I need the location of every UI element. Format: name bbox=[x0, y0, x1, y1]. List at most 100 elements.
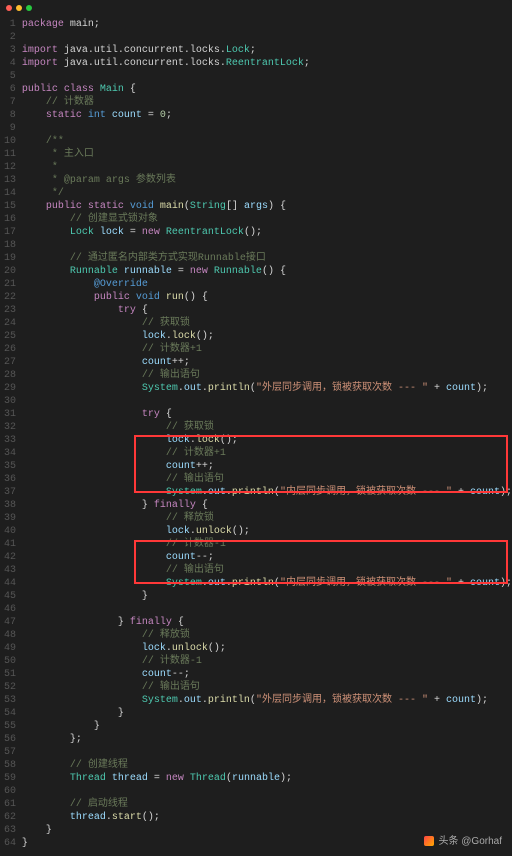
line-number: 48 bbox=[4, 629, 16, 642]
code-line[interactable]: } bbox=[22, 590, 512, 603]
line-number: 51 bbox=[4, 668, 16, 681]
code-line[interactable]: // 创建线程 bbox=[22, 759, 512, 772]
code-line[interactable]: // 计数器 bbox=[22, 96, 512, 109]
code-line[interactable]: count--; bbox=[22, 551, 512, 564]
code-line[interactable]: // 通过匿名内部类方式实现Runnable接口 bbox=[22, 252, 512, 265]
code-line[interactable]: lock.lock(); bbox=[22, 434, 512, 447]
code-line[interactable]: } bbox=[22, 707, 512, 720]
code-line[interactable]: // 释放锁 bbox=[22, 629, 512, 642]
line-number: 23 bbox=[4, 304, 16, 317]
code-line[interactable]: // 创建显式锁对象 bbox=[22, 213, 512, 226]
maximize-icon[interactable] bbox=[26, 5, 32, 11]
code-line[interactable]: * 主入口 bbox=[22, 148, 512, 161]
line-number: 50 bbox=[4, 655, 16, 668]
code-line[interactable]: // 获取锁 bbox=[22, 317, 512, 330]
line-number: 3 bbox=[4, 44, 16, 57]
line-number: 35 bbox=[4, 460, 16, 473]
code-line[interactable]: try { bbox=[22, 304, 512, 317]
line-number: 43 bbox=[4, 564, 16, 577]
code-line[interactable] bbox=[22, 122, 512, 135]
line-number: 61 bbox=[4, 798, 16, 811]
code-line[interactable]: lock.unlock(); bbox=[22, 525, 512, 538]
line-number: 47 bbox=[4, 616, 16, 629]
line-number: 9 bbox=[4, 122, 16, 135]
code-line[interactable]: // 释放锁 bbox=[22, 512, 512, 525]
code-line[interactable]: count++; bbox=[22, 460, 512, 473]
code-line[interactable]: count++; bbox=[22, 356, 512, 369]
code-line[interactable]: // 获取锁 bbox=[22, 421, 512, 434]
line-number: 59 bbox=[4, 772, 16, 785]
code-area[interactable]: package main; import java.util.concurrent… bbox=[22, 18, 512, 850]
code-line[interactable] bbox=[22, 239, 512, 252]
code-line[interactable] bbox=[22, 70, 512, 83]
code-line[interactable]: // 输出语句 bbox=[22, 369, 512, 382]
code-line[interactable]: // 计数器+1 bbox=[22, 343, 512, 356]
code-line[interactable] bbox=[22, 746, 512, 759]
code-line[interactable]: System.out.println("外层同步调用，锁被获取次数 --- " … bbox=[22, 382, 512, 395]
code-line[interactable]: System.out.println("内层同步调用，锁被获取次数 --- " … bbox=[22, 577, 512, 590]
line-number: 17 bbox=[4, 226, 16, 239]
code-line[interactable]: import java.util.concurrent.locks.Reentr… bbox=[22, 57, 512, 70]
code-line[interactable]: // 计数器+1 bbox=[22, 447, 512, 460]
line-number: 46 bbox=[4, 603, 16, 616]
line-number: 60 bbox=[4, 785, 16, 798]
line-number: 6 bbox=[4, 83, 16, 96]
attribution: 头条 @Gorhaf bbox=[424, 835, 502, 848]
code-editor[interactable]: 1234567891011121314151617181920212223242… bbox=[0, 16, 512, 856]
code-line[interactable] bbox=[22, 31, 512, 44]
code-line[interactable]: // 输出语句 bbox=[22, 473, 512, 486]
code-line[interactable]: // 启动线程 bbox=[22, 798, 512, 811]
code-line[interactable]: Lock lock = new ReentrantLock(); bbox=[22, 226, 512, 239]
code-line[interactable]: // 计数器-1 bbox=[22, 538, 512, 551]
code-line[interactable]: System.out.println("外层同步调用，锁被获取次数 --- " … bbox=[22, 694, 512, 707]
line-number: 18 bbox=[4, 239, 16, 252]
close-icon[interactable] bbox=[6, 5, 12, 11]
code-line[interactable]: } finally { bbox=[22, 616, 512, 629]
code-line[interactable]: System.out.println("内层同步调用，锁被获取次数 --- " … bbox=[22, 486, 512, 499]
code-line[interactable]: public void run() { bbox=[22, 291, 512, 304]
line-number: 39 bbox=[4, 512, 16, 525]
line-number: 58 bbox=[4, 759, 16, 772]
code-line[interactable]: public class Main { bbox=[22, 83, 512, 96]
code-line[interactable]: static int count = 0; bbox=[22, 109, 512, 122]
code-line[interactable]: */ bbox=[22, 187, 512, 200]
minimize-icon[interactable] bbox=[16, 5, 22, 11]
line-number: 44 bbox=[4, 577, 16, 590]
line-number: 4 bbox=[4, 57, 16, 70]
code-line[interactable]: * bbox=[22, 161, 512, 174]
code-line[interactable]: // 输出语句 bbox=[22, 564, 512, 577]
line-number: 33 bbox=[4, 434, 16, 447]
line-number: 13 bbox=[4, 174, 16, 187]
code-line[interactable]: thread.start(); bbox=[22, 811, 512, 824]
code-line[interactable]: // 输出语句 bbox=[22, 681, 512, 694]
window-titlebar bbox=[0, 0, 512, 16]
code-line[interactable]: }; bbox=[22, 733, 512, 746]
code-line[interactable] bbox=[22, 395, 512, 408]
line-number: 64 bbox=[4, 837, 16, 850]
line-number: 38 bbox=[4, 499, 16, 512]
code-line[interactable]: package main; bbox=[22, 18, 512, 31]
code-line[interactable]: import java.util.concurrent.locks.Lock; bbox=[22, 44, 512, 57]
code-line[interactable]: // 计数器-1 bbox=[22, 655, 512, 668]
code-line[interactable]: } bbox=[22, 720, 512, 733]
code-line[interactable] bbox=[22, 785, 512, 798]
line-number: 11 bbox=[4, 148, 16, 161]
line-number: 49 bbox=[4, 642, 16, 655]
code-line[interactable]: try { bbox=[22, 408, 512, 421]
code-line[interactable] bbox=[22, 603, 512, 616]
code-line[interactable]: count--; bbox=[22, 668, 512, 681]
code-line[interactable]: /** bbox=[22, 135, 512, 148]
code-line[interactable]: public static void main(String[] args) { bbox=[22, 200, 512, 213]
line-number: 37 bbox=[4, 486, 16, 499]
line-number: 28 bbox=[4, 369, 16, 382]
code-line[interactable]: lock.lock(); bbox=[22, 330, 512, 343]
code-line[interactable]: Runnable runnable = new Runnable() { bbox=[22, 265, 512, 278]
code-line[interactable]: @Override bbox=[22, 278, 512, 291]
code-line[interactable]: lock.unlock(); bbox=[22, 642, 512, 655]
code-line[interactable]: * @param args 参数列表 bbox=[22, 174, 512, 187]
code-line[interactable]: } finally { bbox=[22, 499, 512, 512]
line-number: 63 bbox=[4, 824, 16, 837]
line-number: 19 bbox=[4, 252, 16, 265]
line-number: 25 bbox=[4, 330, 16, 343]
code-line[interactable]: Thread thread = new Thread(runnable); bbox=[22, 772, 512, 785]
